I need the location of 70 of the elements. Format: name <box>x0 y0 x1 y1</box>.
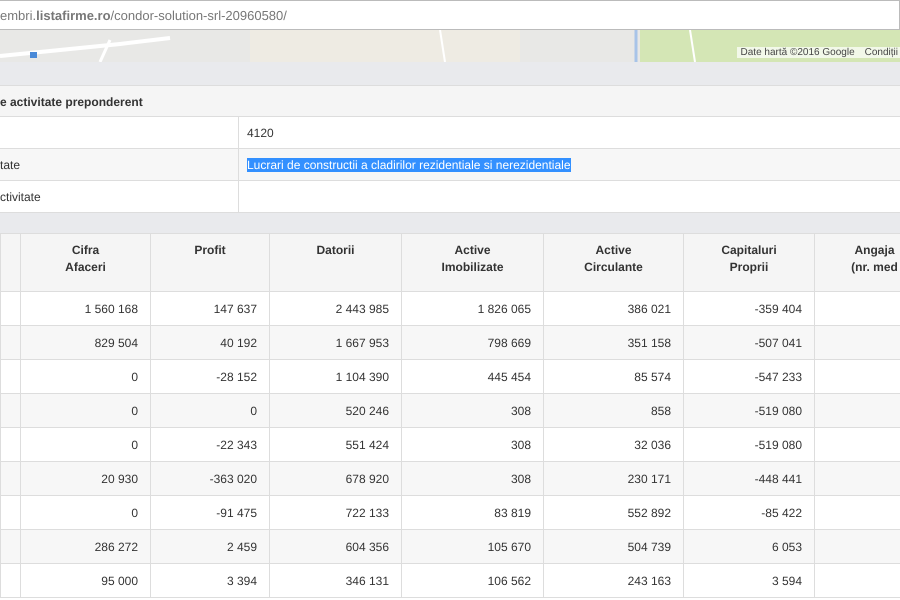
table-cell: 858 <box>650 404 671 418</box>
table-cell: 798 669 <box>488 336 531 350</box>
table-cell: 1 104 390 <box>336 370 389 384</box>
table-cell: 308 <box>510 472 531 486</box>
table-cell: -448 441 <box>754 472 802 486</box>
table-cell: -363 020 <box>210 472 257 486</box>
url-text: embri.listafirme.ro/condor-solution-srl-20960580/ <box>0 8 287 22</box>
table-cell: -91 475 <box>216 506 257 520</box>
column-header: Profit <box>194 243 226 257</box>
field-label: tate <box>0 158 20 172</box>
table-cell: 351 158 <box>628 336 671 350</box>
table-cell: -85 422 <box>761 506 802 520</box>
column-header: Angaja (nr. med <box>851 243 898 274</box>
column-header: Active Imobilizate <box>441 243 504 274</box>
field-value: Lucrari de constructii a cladirilor rezidentiale si nerezidentiale <box>247 158 570 172</box>
table-cell: 2 459 <box>226 540 257 554</box>
table-cell: 604 356 <box>346 540 389 554</box>
table-cell: 346 131 <box>346 574 389 588</box>
table-cell: 3 394 <box>226 574 257 588</box>
map-attribution: Date hartă ©2016 Google <box>740 47 855 58</box>
table-cell: 2 443 985 <box>336 302 389 316</box>
table-cell: 0 <box>131 438 138 452</box>
table-cell: 6 053 <box>772 540 802 554</box>
column-header: Capitaluri Proprii <box>721 243 777 274</box>
table-cell: 552 892 <box>628 506 671 520</box>
table-cell: 1 667 953 <box>336 336 389 350</box>
table-cell: 1 826 065 <box>478 302 531 316</box>
table-cell: 83 819 <box>494 506 531 520</box>
terms-link[interactable]: Condiții <box>864 47 898 58</box>
table-cell: 85 574 <box>634 370 671 384</box>
column-header: Cifra Afaceri <box>65 243 106 274</box>
table-cell: 445 454 <box>488 370 531 384</box>
table-cell: 40 192 <box>220 336 257 350</box>
column-header: Active Circulante <box>584 243 643 274</box>
table-cell: -507 041 <box>754 336 802 350</box>
table-cell: 678 920 <box>346 472 389 486</box>
table-cell: 829 504 <box>94 336 138 350</box>
table-cell: 520 246 <box>346 404 389 418</box>
table-cell: -519 080 <box>754 404 802 418</box>
field-label: ctivitate <box>0 190 41 204</box>
table-cell: 286 272 <box>94 540 138 554</box>
section-header: e activitate preponderent <box>0 85 900 117</box>
table-cell: 0 <box>131 506 138 520</box>
table-cell: -519 080 <box>754 438 802 452</box>
table-cell: 722 133 <box>346 506 389 520</box>
address-bar[interactable]: embri.listafirme.ro/condor-solution-srl-20960580/ <box>0 0 900 30</box>
table-cell: 551 424 <box>346 438 389 452</box>
table-cell: 95 000 <box>101 574 138 588</box>
table-cell: 105 670 <box>488 540 531 554</box>
table-cell: -547 233 <box>754 370 802 384</box>
table-cell: -359 404 <box>754 302 802 316</box>
table-cell: -28 152 <box>216 370 257 384</box>
table-cell: 32 036 <box>634 438 671 452</box>
table-cell: 504 739 <box>628 540 671 554</box>
table-cell: 20 930 <box>101 472 138 486</box>
table-cell: 308 <box>510 404 531 418</box>
table-cell: 230 171 <box>628 472 671 486</box>
table-cell: 0 <box>131 404 138 418</box>
column-header: Datorii <box>316 243 354 257</box>
table-cell: 386 021 <box>628 302 671 316</box>
table-cell: 0 <box>250 404 257 418</box>
table-cell: 0 <box>131 370 138 384</box>
table-cell: 1 560 168 <box>84 302 138 316</box>
table-cell: 308 <box>510 438 531 452</box>
table-cell: 243 163 <box>628 574 671 588</box>
table-cell: -22 343 <box>216 438 257 452</box>
table-cell: 147 637 <box>214 302 257 316</box>
table-cell: 106 562 <box>488 574 531 588</box>
field-value: 4120 <box>247 126 274 140</box>
table-cell: 3 594 <box>772 574 802 588</box>
